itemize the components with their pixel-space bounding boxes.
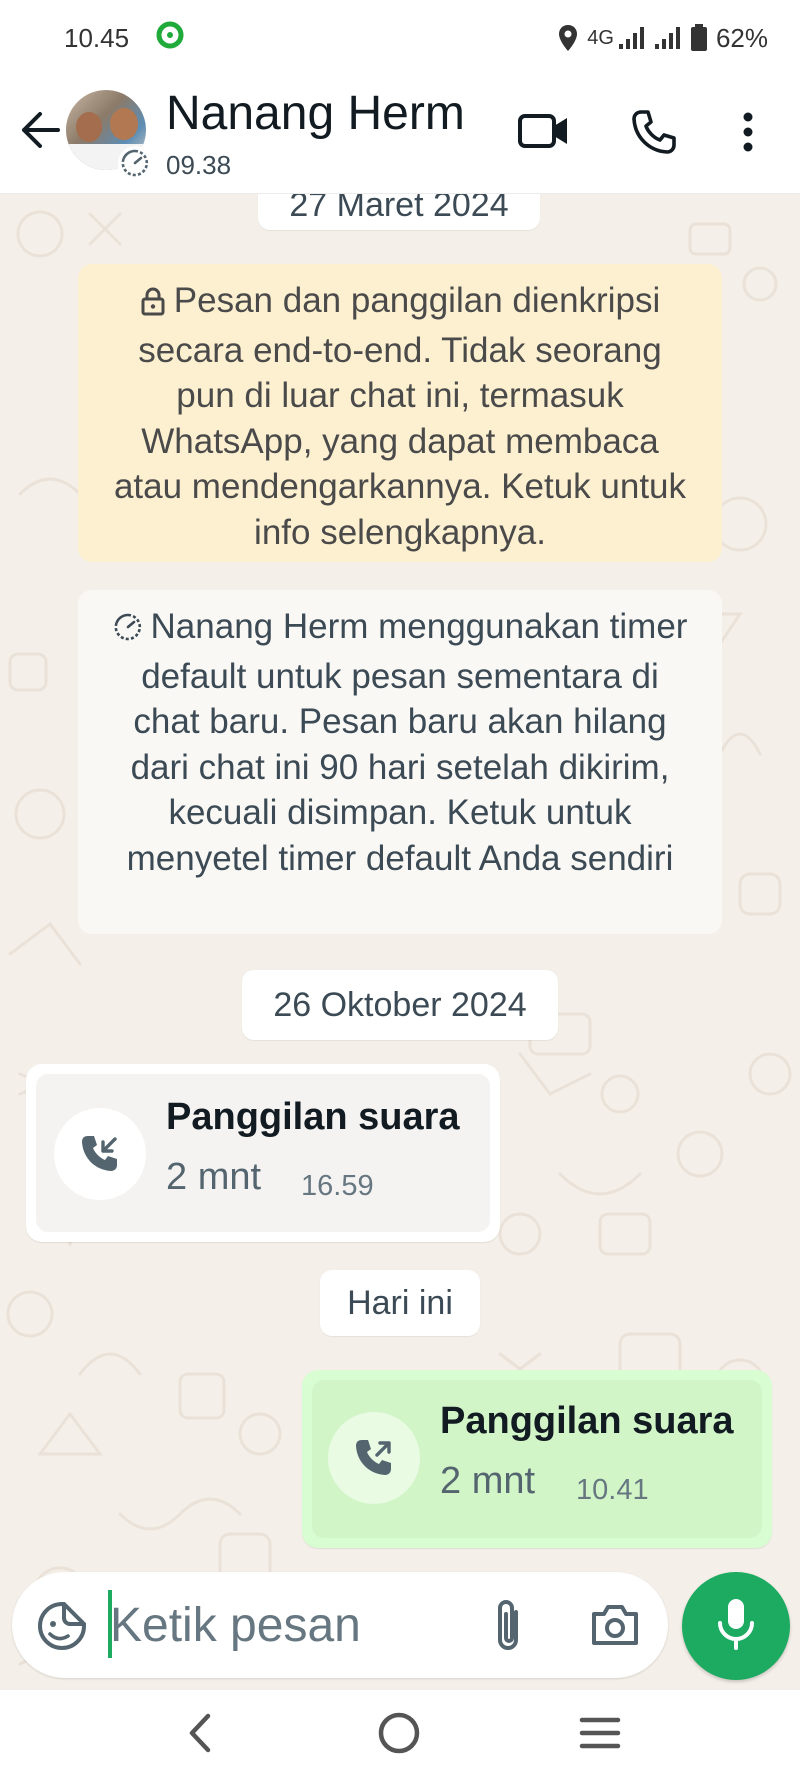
call-title: Panggilan suara xyxy=(440,1400,734,1442)
battery-icon xyxy=(690,24,708,52)
disappearing-timer-icon xyxy=(118,146,152,180)
call-time: 10.41 xyxy=(576,1474,649,1506)
encryption-notice-text: Pesan dan panggilan dienkripsi secara en… xyxy=(113,281,687,552)
text-cursor xyxy=(108,1590,112,1658)
incoming-call-icon xyxy=(54,1108,146,1200)
back-arrow-icon[interactable] xyxy=(16,106,64,154)
signal-icon xyxy=(652,26,682,50)
more-vert-icon[interactable] xyxy=(730,106,766,158)
date-chip: 26 Oktober 2024 xyxy=(242,970,558,1040)
ring-app-icon xyxy=(155,20,185,57)
system-nav-bar xyxy=(0,1690,800,1777)
lock-icon xyxy=(140,282,166,328)
outgoing-call-icon xyxy=(328,1412,420,1504)
timer-notice-text: Nanang Herm menggunakan timer default un… xyxy=(126,607,688,878)
call-duration: 2 mnt xyxy=(440,1460,536,1502)
nav-recents-icon[interactable] xyxy=(578,1710,622,1756)
signal-icon xyxy=(618,26,644,50)
call-title: Panggilan suara xyxy=(166,1096,460,1138)
mic-icon xyxy=(716,1597,756,1656)
nav-home-icon[interactable] xyxy=(376,1710,422,1756)
disappearing-timer-icon xyxy=(113,608,143,654)
call-duration: 2 mnt xyxy=(166,1156,262,1198)
contact-name[interactable]: Nanang Herm xyxy=(166,86,465,141)
chat-area[interactable]: 27 Maret 2024 Pesan dan panggilan dienkr… xyxy=(0,194,800,1690)
network-label: 4G xyxy=(587,26,614,49)
call-time: 16.59 xyxy=(301,1170,374,1202)
mic-button[interactable] xyxy=(682,1572,790,1680)
contact-status[interactable]: 09.38 xyxy=(166,150,231,181)
video-call-icon[interactable] xyxy=(514,106,574,156)
date-chip: 27 Maret 2024 xyxy=(258,194,540,230)
timer-notice[interactable]: Nanang Herm menggunakan timer default un… xyxy=(78,590,722,934)
incoming-call-bubble[interactable]: Panggilan suara 2 mnt 16.59 xyxy=(26,1064,500,1242)
nav-back-icon[interactable] xyxy=(180,1710,220,1756)
status-time: 10.45 xyxy=(64,22,130,53)
phone-icon[interactable] xyxy=(626,106,682,158)
message-input[interactable] xyxy=(110,1594,470,1656)
camera-icon[interactable] xyxy=(590,1602,640,1648)
status-bar: 10.45 4G 62% xyxy=(0,0,800,76)
attach-icon[interactable] xyxy=(488,1596,528,1656)
outgoing-call-bubble[interactable]: Panggilan suara 2 mnt 10.41 xyxy=(302,1370,772,1548)
sticker-icon[interactable] xyxy=(36,1600,88,1652)
location-icon xyxy=(557,24,579,52)
date-chip: Hari ini xyxy=(320,1270,480,1336)
battery-percent: 62% xyxy=(715,22,768,53)
encryption-notice[interactable]: Pesan dan panggilan dienkripsi secara en… xyxy=(78,264,722,562)
